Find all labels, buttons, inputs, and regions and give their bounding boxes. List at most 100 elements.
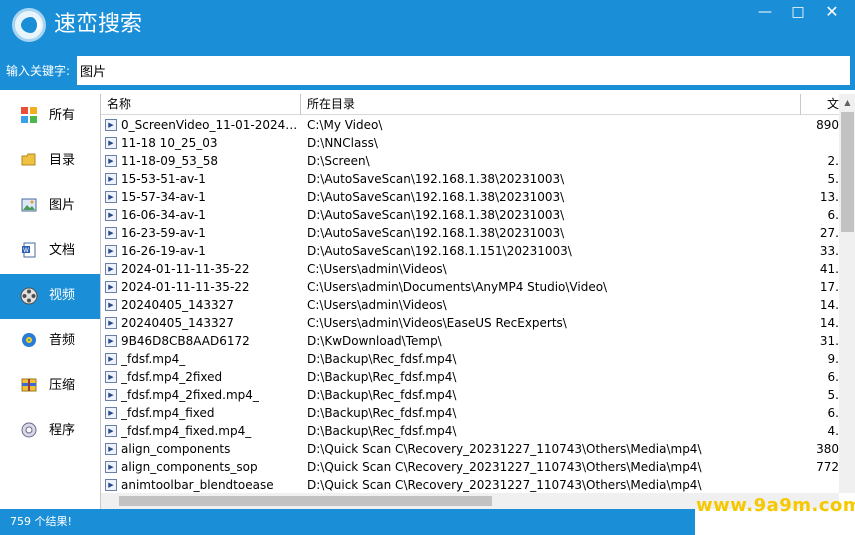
table-body: ▶ 0_ScreenVideo_11-01-2024_1... C:\My Vide…: [101, 116, 839, 493]
cell-size: 2.: [827, 154, 839, 168]
archive-icon: [20, 377, 38, 395]
column-header-name[interactable]: 名称: [101, 94, 301, 115]
video-file-icon: ▶: [105, 119, 117, 131]
cell-path: D:\Backup\Rec_fdsf.mp4\: [307, 424, 457, 438]
table-row[interactable]: ▶ 20240405_143327 C:\Users\admin\Videos\Ea…: [101, 314, 839, 332]
program-icon: [20, 422, 38, 440]
title-bar: 速峦搜索 — □ ✕: [0, 0, 855, 52]
maximize-button[interactable]: □: [780, 0, 816, 24]
app-title: 速峦搜索: [54, 12, 143, 37]
cell-path: C:\Users\admin\Videos\: [307, 262, 447, 276]
table-row[interactable]: ▶ _fdsf.mp4_ D:\Backup\Rec_fdsf.mp4\ 9.: [101, 350, 839, 368]
table-row[interactable]: ▶ 16-26-19-av-1 D:\AutoSaveScan\192.168.1.…: [101, 242, 839, 260]
sidebar-item-audio[interactable]: 音频: [0, 319, 100, 364]
video-file-icon: ▶: [105, 425, 117, 437]
sidebar-item-video[interactable]: 视频: [0, 274, 100, 319]
cell-name: align_components: [121, 442, 231, 456]
cell-name: _fdsf.mp4_: [121, 352, 186, 366]
cell-size: 772: [816, 460, 839, 474]
svg-text:W: W: [23, 247, 29, 254]
table-row[interactable]: ▶ _fdsf.mp4_fixed D:\Backup\Rec_fdsf.mp4\ 6…: [101, 404, 839, 422]
cell-name: _fdsf.mp4_2fixed.mp4_: [121, 388, 259, 402]
video-file-icon: ▶: [105, 461, 117, 473]
video-file-icon: ▶: [105, 209, 117, 221]
minimize-button[interactable]: —: [747, 0, 783, 24]
table-row[interactable]: ▶ 2024-01-11-11-35-22 C:\Users\admin\Docum…: [101, 278, 839, 296]
table-row[interactable]: ▶ 15-57-34-av-1 D:\AutoSaveScan\192.168.1.…: [101, 188, 839, 206]
cell-path: D:\Backup\Rec_fdsf.mp4\: [307, 352, 457, 366]
sidebar-item-directory[interactable]: 目录: [0, 139, 100, 184]
video-file-icon: ▶: [105, 389, 117, 401]
table-row[interactable]: ▶ 16-23-59-av-1 D:\AutoSaveScan\192.168.1.…: [101, 224, 839, 242]
cell-name: align_components_sop: [121, 460, 258, 474]
cell-name: _fdsf.mp4_2fixed: [121, 370, 223, 384]
folder-icon: [20, 152, 38, 170]
cell-name: 11-18 10_25_03: [121, 136, 218, 150]
result-count: 759 个结果!: [10, 515, 72, 528]
search-input[interactable]: [77, 56, 850, 85]
video-file-icon: ▶: [105, 407, 117, 419]
cell-size: 27.: [819, 226, 839, 240]
cell-size: 31.: [819, 334, 839, 348]
cell-name: 16-26-19-av-1: [121, 244, 206, 258]
close-button[interactable]: ✕: [814, 0, 850, 24]
vertical-scrollbar[interactable]: ▲: [839, 94, 855, 493]
cell-name: _fdsf.mp4_fixed: [121, 406, 215, 420]
table-row[interactable]: ▶ align_components_sop D:\Quick Scan C\Rec…: [101, 458, 839, 476]
results-table: 名称 所在目录 文 ▶ 0_ScreenVideo_11-01-2024_1...…: [100, 94, 855, 509]
table-row[interactable]: ▶ 2024-01-11-11-35-22 C:\Users\admin\Video…: [101, 260, 839, 278]
cell-name: 2024-01-11-11-35-22: [121, 262, 250, 276]
cell-size: 4.: [827, 424, 839, 438]
table-row[interactable]: ▶ 15-53-51-av-1 D:\AutoSaveScan\192.168.1.…: [101, 170, 839, 188]
horizontal-scroll-thumb[interactable]: [119, 496, 492, 506]
vertical-scroll-thumb[interactable]: [841, 112, 854, 232]
column-header-size[interactable]: 文: [801, 94, 839, 115]
sidebar-item-label: 所有: [49, 108, 76, 123]
app-logo-icon: [12, 8, 46, 42]
table-row[interactable]: ▶ _fdsf.mp4_2fixed.mp4_ D:\Backup\Rec_fdsf…: [101, 386, 839, 404]
table-row[interactable]: ▶ _fdsf.mp4_fixed.mp4_ D:\Backup\Rec_fdsf.…: [101, 422, 839, 440]
table-row[interactable]: ▶ 11-18-09_53_58 D:\Screen\ 2.: [101, 152, 839, 170]
video-file-icon: ▶: [105, 245, 117, 257]
column-header-path[interactable]: 所在目录: [301, 94, 801, 115]
sidebar-item-programs[interactable]: 程序: [0, 409, 100, 454]
cell-size: 6.: [827, 208, 839, 222]
cell-path: D:\AutoSaveScan\192.168.1.38\20231003\: [307, 190, 565, 204]
cell-path: D:\AutoSaveScan\192.168.1.38\20231003\: [307, 226, 565, 240]
cell-name: 16-06-34-av-1: [121, 208, 206, 222]
table-row[interactable]: ▶ 9B46D8CB8AAD6172 D:\KwDownload\Temp\ 31.: [101, 332, 839, 350]
sidebar-item-pictures[interactable]: 图片: [0, 184, 100, 229]
sidebar-item-documents[interactable]: W 文档: [0, 229, 100, 274]
table-row[interactable]: ▶ 0_ScreenVideo_11-01-2024_1... C:\My Vide…: [101, 116, 839, 134]
sidebar-item-label: 音频: [49, 333, 76, 348]
video-file-icon: ▶: [105, 317, 117, 329]
table-row[interactable]: ▶ 20240405_143327 C:\Users\admin\Videos\ 14…: [101, 296, 839, 314]
cell-name: _fdsf.mp4_fixed.mp4_: [121, 424, 252, 438]
cell-size: 5.: [827, 388, 839, 402]
table-row[interactable]: ▶ align_components D:\Quick Scan C\Recover…: [101, 440, 839, 458]
video-file-icon: ▶: [105, 299, 117, 311]
video-file-icon: ▶: [105, 281, 117, 293]
table-row[interactable]: ▶ 11-18 10_25_03 D:\NNClass\: [101, 134, 839, 152]
cell-name: 20240405_143327: [121, 316, 234, 330]
cell-name: 11-18-09_53_58: [121, 154, 219, 168]
video-file-icon: ▶: [105, 479, 117, 491]
cell-path: D:\NNClass\: [307, 136, 378, 150]
sidebar-item-label: 程序: [49, 423, 76, 438]
cell-name: 2024-01-11-11-35-22: [121, 280, 250, 294]
cell-name: 16-23-59-av-1: [121, 226, 206, 240]
table-row[interactable]: ▶ animtoolbar_blendtoease D:\Quick Scan C\…: [101, 476, 839, 493]
sidebar-item-archive[interactable]: 压缩: [0, 364, 100, 409]
cell-path: D:\KwDownload\Temp\: [307, 334, 442, 348]
search-label: 输入关键字:: [6, 64, 71, 78]
cell-path: D:\Screen\: [307, 154, 370, 168]
video-file-icon: ▶: [105, 191, 117, 203]
table-row[interactable]: ▶ _fdsf.mp4_2fixed D:\Backup\Rec_fdsf.mp4\…: [101, 368, 839, 386]
table-row[interactable]: ▶ 16-06-34-av-1 D:\AutoSaveScan\192.168.1.…: [101, 206, 839, 224]
sidebar-item-all[interactable]: 所有: [0, 94, 100, 139]
cell-size: 6.: [827, 370, 839, 384]
cell-path: C:\Users\admin\Videos\EaseUS RecExperts\: [307, 316, 567, 330]
cell-path: D:\Quick Scan C\Recovery_20231227_110743…: [307, 460, 702, 474]
scroll-up-icon[interactable]: ▲: [839, 94, 855, 111]
video-file-icon: ▶: [105, 173, 117, 185]
